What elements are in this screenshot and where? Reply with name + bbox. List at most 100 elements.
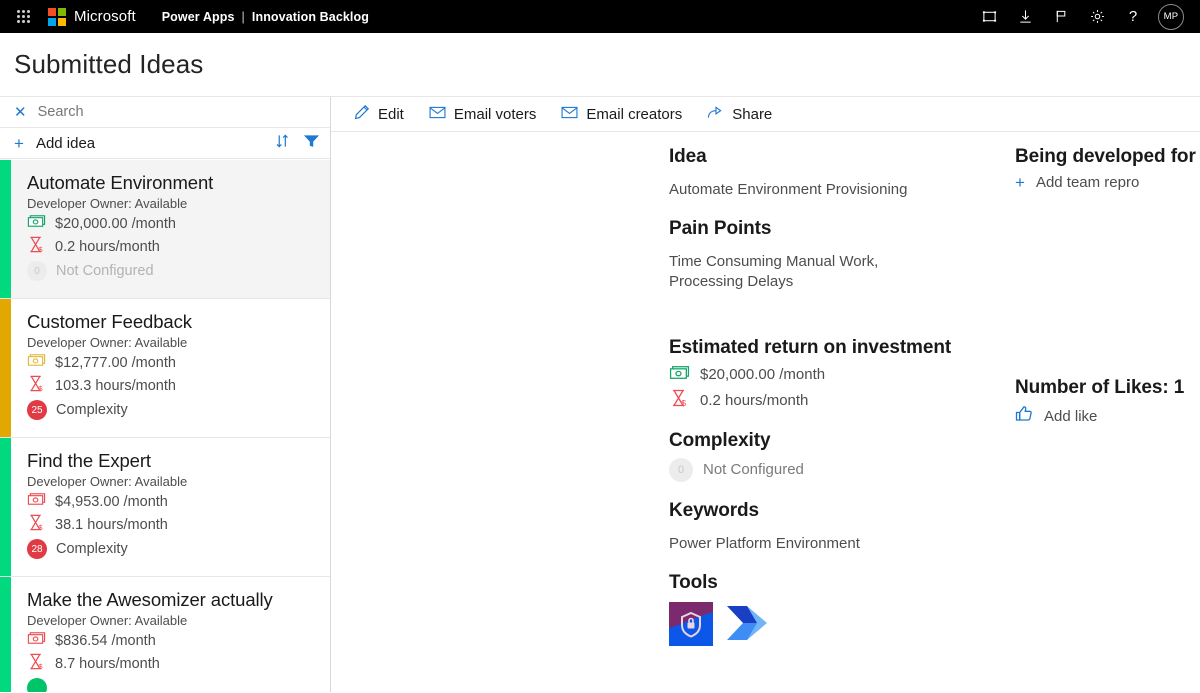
money-icon (27, 631, 46, 650)
idea-title: Automate Environment (27, 172, 320, 194)
idea-hours: 8.7 hours/month (55, 656, 160, 672)
suite-actions: ? MP (978, 4, 1188, 30)
pain-points-section: Pain Points Time Consuming Manual Work, … (669, 218, 999, 292)
fit-screen-icon[interactable] (978, 6, 1000, 28)
idea-title: Make the Awesomizer actually (27, 589, 320, 611)
help-icon[interactable]: ? (1122, 6, 1144, 28)
tools-label: Tools (669, 572, 999, 594)
idea-owner: Developer Owner: Available (27, 613, 320, 628)
status-color-bar (0, 299, 11, 437)
complexity-badge: 28 (27, 539, 47, 559)
idea-money: $20,000.00 /month (55, 216, 176, 232)
being-developed-for-label: Being developed for (1015, 146, 1200, 168)
add-like-label: Add like (1044, 408, 1097, 425)
idea-complexity: Complexity (56, 541, 128, 557)
keywords-section: Keywords Power Platform Environment (669, 500, 999, 554)
hourglass-icon: $ (669, 389, 690, 412)
complexity-badge: 25 (27, 400, 47, 420)
ideas-list-pane: ✕ Search + Add idea Automate Environment (0, 97, 331, 692)
idea-hours: 38.1 hours/month (55, 517, 168, 533)
microsoft-logo[interactable]: Microsoft (48, 8, 136, 26)
power-automate-icon[interactable] (723, 602, 771, 651)
share-button[interactable]: Share (696, 101, 783, 128)
email-creators-label: Email creators (586, 106, 682, 123)
add-like-button[interactable]: Add like (1015, 405, 1200, 427)
app-name-label[interactable]: Power Apps (162, 10, 235, 24)
close-icon[interactable]: ✕ (14, 105, 27, 120)
roi-hours-row: $ 0.2 hours/month (669, 389, 999, 412)
power-platform-admin-icon[interactable] (669, 602, 713, 651)
detail-pane: Edit Email voters Email creators Share (331, 97, 1200, 692)
share-button-label: Share (732, 106, 772, 123)
idea-money: $4,953.00 /month (55, 494, 168, 510)
hourglass-icon: $ (27, 236, 46, 258)
email-creators-button[interactable]: Email creators (550, 102, 693, 127)
sort-icon[interactable] (275, 133, 290, 154)
breadcrumb-separator: | (242, 10, 245, 24)
roi-money-value: $20,000.00 /month (700, 365, 825, 385)
complexity-badge: 0 (27, 261, 47, 281)
complexity-row: 0 Not Configured (669, 458, 999, 482)
list-item[interactable]: Find the Expert Developer Owner: Availab… (0, 438, 330, 577)
add-idea-row: + Add idea (0, 128, 330, 159)
page-title: Submitted Ideas (14, 49, 203, 80)
edit-button[interactable]: Edit (343, 100, 415, 128)
svg-text:$: $ (682, 399, 687, 407)
list-item[interactable]: Make the Awesomizer actually Developer O… (0, 577, 330, 692)
search-placeholder: Search (38, 104, 84, 120)
idea-money: $836.54 /month (55, 633, 156, 649)
filter-icon[interactable] (303, 133, 320, 154)
being-developed-for-section: Being developed for + Add team repro (1015, 146, 1200, 191)
flag-icon[interactable] (1050, 6, 1072, 28)
svg-text:$: $ (38, 523, 43, 531)
ideas-gallery[interactable]: Automate Environment Developer Owner: Av… (0, 160, 330, 692)
app-breadcrumb: Power Apps | Innovation Backlog (162, 10, 369, 24)
avatar[interactable]: MP (1158, 4, 1184, 30)
tools-section: Tools (669, 572, 999, 651)
suite-bar: Microsoft Power Apps | Innovation Backlo… (0, 0, 1200, 33)
idea-hours: 103.3 hours/month (55, 378, 176, 394)
complexity-label: Complexity (669, 430, 999, 452)
edit-button-label: Edit (378, 106, 404, 123)
list-item[interactable]: Customer Feedback Developer Owner: Avail… (0, 299, 330, 438)
idea-title: Find the Expert (27, 450, 320, 472)
gear-icon[interactable] (1086, 6, 1108, 28)
list-item[interactable]: Automate Environment Developer Owner: Av… (0, 160, 330, 299)
microsoft-wordmark: Microsoft (74, 8, 136, 25)
mail-icon (429, 106, 446, 123)
idea-value: Automate Environment Provisioning (669, 180, 999, 200)
idea-label: Idea (669, 146, 999, 168)
roi-label: Estimated return on investment (669, 337, 999, 359)
detail-column-middle: Being developed for + Add team repro Num… (1015, 146, 1200, 445)
list-tools (275, 133, 320, 154)
search-input[interactable]: ✕ Search (0, 97, 330, 128)
plus-icon[interactable]: + (14, 135, 24, 152)
idea-complexity: Complexity (56, 402, 128, 418)
money-icon (27, 492, 46, 511)
email-voters-label: Email voters (454, 106, 537, 123)
keywords-label: Keywords (669, 500, 999, 522)
status-color-bar (0, 438, 11, 576)
detail-body: Idea Automate Environment Provisioning P… (331, 132, 1200, 692)
complexity-badge (27, 678, 47, 692)
page-header: Submitted Ideas (0, 33, 1200, 97)
add-idea-button[interactable]: Add idea (36, 135, 95, 152)
hourglass-icon: $ (27, 653, 46, 675)
microsoft-squares-icon (48, 8, 66, 26)
email-voters-button[interactable]: Email voters (418, 102, 548, 127)
environment-name-label[interactable]: Innovation Backlog (252, 10, 369, 24)
idea-section: Idea Automate Environment Provisioning (669, 146, 999, 200)
svg-text:$: $ (38, 662, 43, 670)
add-team-repro-button[interactable]: + Add team repro (1015, 174, 1200, 191)
download-icon[interactable] (1014, 6, 1036, 28)
likes-label: Number of Likes: 1 (1015, 377, 1200, 399)
money-icon (27, 214, 46, 233)
idea-complexity: Not Configured (56, 263, 154, 279)
pain-points-label: Pain Points (669, 218, 999, 240)
share-icon (707, 105, 724, 124)
complexity-badge: 0 (669, 458, 693, 482)
app-launcher-icon[interactable] (12, 10, 34, 23)
status-color-bar (0, 577, 11, 692)
mail-icon (561, 106, 578, 123)
complexity-value: Not Configured (703, 460, 804, 480)
